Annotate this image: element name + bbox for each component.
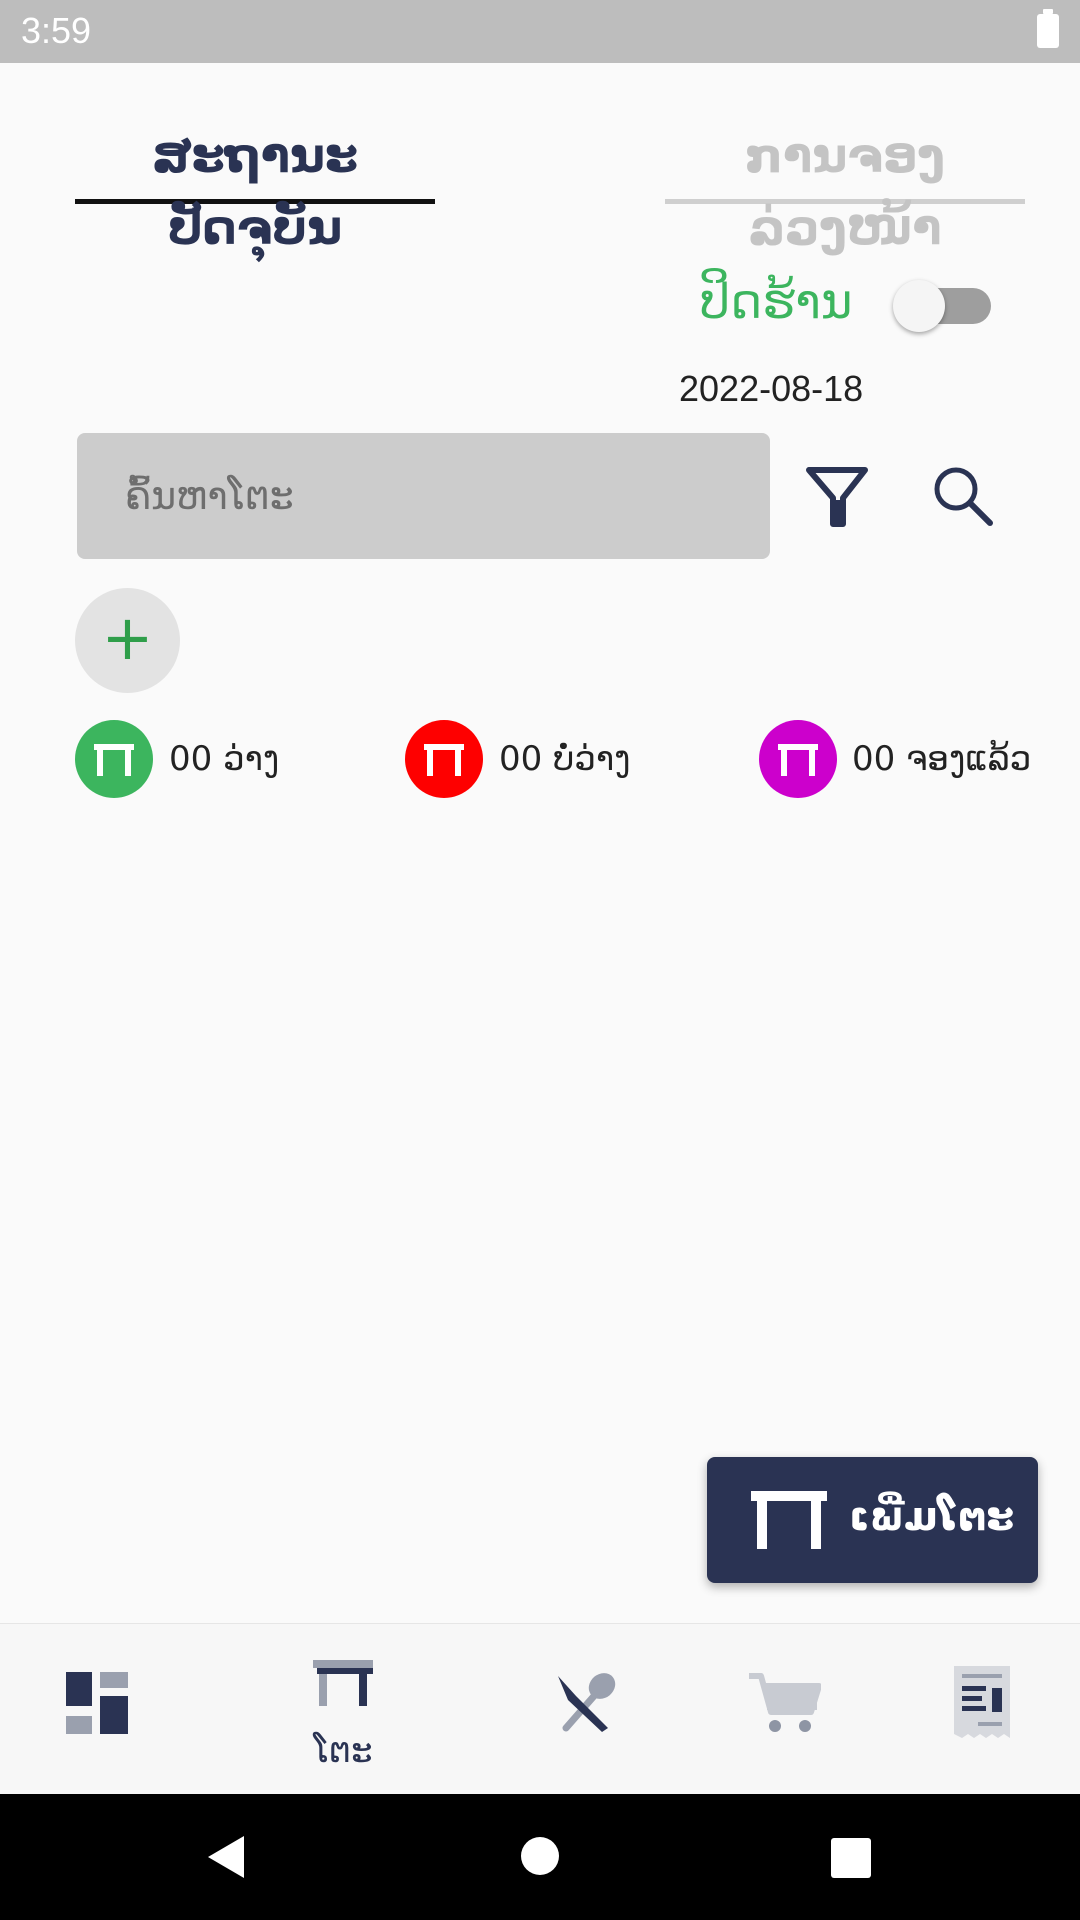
tab-advance-booking[interactable]: ການຈອງລ່ວງໜ້າ bbox=[665, 120, 1025, 256]
filter-icon bbox=[806, 467, 868, 527]
cart-icon bbox=[749, 1673, 821, 1732]
legend-busy: 00 ບໍ່ວ່າງ bbox=[499, 734, 631, 784]
bottom-navigation: ໂຕະ bbox=[0, 1623, 1080, 1794]
toggle-knob bbox=[893, 280, 945, 332]
legend-available: 00 ວ່າງ bbox=[169, 734, 279, 784]
status-bar: 3:59 bbox=[0, 0, 1080, 63]
system-navigation-bar bbox=[0, 1794, 1080, 1920]
legend-available-label: ວ່າງ bbox=[223, 739, 280, 779]
legend-reserved-count: 00 bbox=[852, 739, 896, 779]
nav-menu[interactable] bbox=[518, 1624, 658, 1795]
add-button[interactable]: + bbox=[75, 588, 180, 693]
add-table-fab[interactable]: ເພີ່ມໂຕະ bbox=[707, 1457, 1038, 1583]
add-table-label: ເພີ່ມໂຕະ bbox=[849, 1494, 1015, 1540]
legend-available-icon bbox=[75, 720, 153, 798]
status-time: 3:59 bbox=[21, 10, 92, 51]
battery-icon bbox=[1037, 9, 1059, 48]
legend-reserved: 00 ຈອງແລ້ວ bbox=[852, 734, 1031, 784]
legend-reserved-label: ຈອງແລ້ວ bbox=[906, 739, 1032, 779]
dashboard-icon bbox=[66, 1672, 128, 1734]
legend-busy-count: 00 bbox=[499, 739, 543, 779]
table-icon bbox=[751, 1491, 827, 1549]
search-button[interactable] bbox=[930, 463, 996, 529]
legend-busy-label: ບໍ່ວ່າງ bbox=[553, 739, 631, 779]
receipt-icon bbox=[954, 1666, 1010, 1738]
table-icon bbox=[313, 1660, 373, 1706]
close-store-label: ປິດຮ້ານ bbox=[700, 274, 853, 330]
nav-tables[interactable]: ໂຕະ bbox=[273, 1624, 413, 1795]
legend-available-count: 00 bbox=[169, 739, 213, 779]
legend-busy-icon bbox=[405, 720, 483, 798]
nav-cart[interactable] bbox=[715, 1624, 855, 1795]
nav-tables-label: ໂຕະ bbox=[313, 1731, 373, 1771]
home-icon[interactable] bbox=[520, 1836, 560, 1876]
back-icon[interactable] bbox=[202, 1832, 252, 1882]
filter-button[interactable] bbox=[803, 462, 871, 530]
nav-dashboard[interactable] bbox=[28, 1624, 168, 1795]
search-input[interactable] bbox=[125, 433, 745, 559]
utensils-icon bbox=[558, 1673, 616, 1732]
search-icon bbox=[934, 467, 993, 526]
close-store-toggle[interactable] bbox=[893, 280, 991, 332]
plus-icon: + bbox=[101, 601, 154, 674]
search-field bbox=[77, 433, 770, 559]
recents-icon[interactable] bbox=[831, 1838, 871, 1878]
nav-receipts[interactable] bbox=[912, 1624, 1052, 1795]
tab-current-status[interactable]: ສະຖານະປັດຈຸບັນ bbox=[75, 120, 435, 256]
legend-reserved-icon bbox=[759, 720, 837, 798]
current-date: 2022-08-18 bbox=[679, 368, 864, 409]
